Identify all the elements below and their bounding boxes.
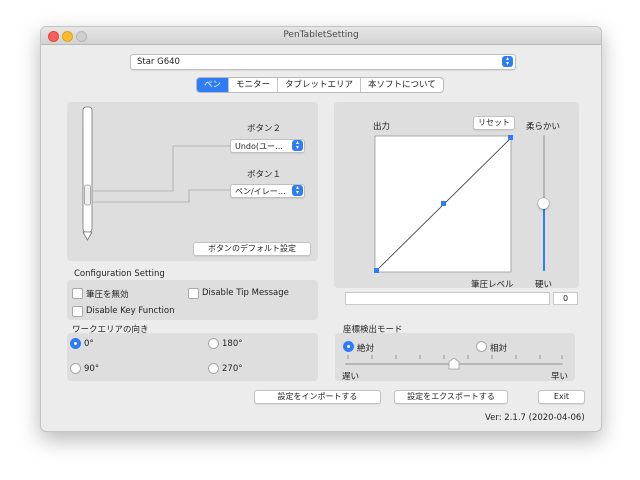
pressure-panel: 出力 リセット 柔らかい 筆圧レベル 硬い (334, 102, 579, 290)
orientation-0-radio[interactable] (70, 338, 81, 349)
button2-label: ボタン２ (247, 124, 282, 134)
select-stepper-icon: ▴ ▾ (292, 185, 303, 196)
orientation-270-label: 270° (222, 364, 243, 374)
pressure-level-bar (345, 292, 550, 305)
coord-mode-panel: 絶対 相対 遅い 早い (335, 333, 575, 382)
slow-label: 遅い (342, 372, 360, 382)
relative-label: 相対 (490, 344, 508, 354)
app-window: PenTabletSetting Star G640 ▴ ▾ ペン モニター タブ… (40, 26, 602, 432)
button1-label: ボタン１ (247, 170, 282, 180)
orientation-270-radio[interactable] (208, 363, 219, 374)
orientation-180-label: 180° (222, 339, 243, 349)
pressure-level-label: 筆圧レベル (471, 280, 514, 290)
window-title: PenTabletSetting (283, 30, 359, 40)
reset-button[interactable]: リセット (473, 116, 515, 130)
button2-select[interactable]: Undo(ユー… ▴ ▾ (230, 139, 305, 153)
pressure-level-value: 0 (553, 292, 578, 305)
orientation-90-label: 90° (84, 364, 100, 374)
disable-pressure-label: 筆圧を無効 (86, 290, 129, 300)
soft-label: 柔らかい (526, 122, 561, 132)
default-button-settings-button[interactable]: ボタンのデフォルト設定 (193, 242, 311, 256)
disable-key-function-label: Disable Key Function (86, 306, 175, 316)
curve-handle-middle[interactable] (441, 201, 446, 206)
speed-slider-thumb[interactable] (448, 358, 460, 370)
disable-tip-message-checkbox[interactable] (188, 288, 199, 299)
import-settings-button[interactable]: 設定をインポートする (254, 390, 381, 404)
pen-buttons-panel: ボタン２ Undo(ユー… ▴ ▾ ボタン１ ペン/イレー… ▴ ▾ ボタンのデフォ… (67, 102, 318, 261)
pressure-slider-thumb[interactable] (538, 197, 549, 209)
tab-about[interactable]: 本ソフトについて (361, 78, 443, 92)
config-panel: 筆圧を無効 Disable Tip Message Disable Key Fu… (67, 280, 318, 320)
pressure-slider-fill (543, 203, 545, 271)
export-settings-button[interactable]: 設定をエクスポートする (394, 390, 508, 404)
pressure-curve-graph[interactable] (374, 135, 514, 277)
disable-key-function-checkbox[interactable] (72, 306, 83, 317)
curve-handle-start[interactable] (374, 268, 379, 273)
disable-pressure-checkbox[interactable] (72, 288, 83, 299)
curve-handle-end[interactable] (508, 135, 513, 140)
orientation-0-label: 0° (84, 339, 94, 349)
button1-value: ペン/イレー… (235, 187, 286, 196)
version-text: Ver: 2.1.7 (2020-04-06) (485, 413, 585, 423)
config-title: Configuration Setting (74, 269, 165, 279)
tab-tablet-area[interactable]: タブレットエリア (278, 78, 362, 92)
exit-button[interactable]: Exit (538, 390, 585, 404)
button2-value: Undo(ユー… (235, 142, 284, 151)
button1-select[interactable]: ペン/イレー… ▴ ▾ (230, 184, 305, 198)
fast-label: 早い (551, 372, 569, 382)
orientation-90-radio[interactable] (70, 363, 81, 374)
tab-bar: ペン モニター タブレットエリア 本ソフトについて (196, 77, 444, 93)
device-select[interactable]: Star G640 ▴ ▾ (130, 54, 516, 70)
relative-radio[interactable] (476, 341, 487, 352)
title-bar: PenTabletSetting (41, 27, 601, 45)
absolute-radio[interactable] (343, 341, 354, 352)
tab-pen[interactable]: ペン (197, 78, 230, 92)
orientation-panel: 0° 180° 90° 270° (67, 333, 318, 381)
hard-label: 硬い (535, 280, 553, 290)
output-label: 出力 (373, 122, 391, 132)
device-select-value: Star G640 (137, 57, 180, 67)
absolute-label: 絶対 (357, 344, 375, 354)
disable-tip-message-label: Disable Tip Message (202, 288, 289, 298)
tab-monitor[interactable]: モニター (229, 78, 279, 92)
orientation-180-radio[interactable] (208, 338, 219, 349)
select-stepper-icon: ▴ ▾ (502, 56, 513, 67)
select-stepper-icon: ▴ ▾ (292, 140, 303, 151)
